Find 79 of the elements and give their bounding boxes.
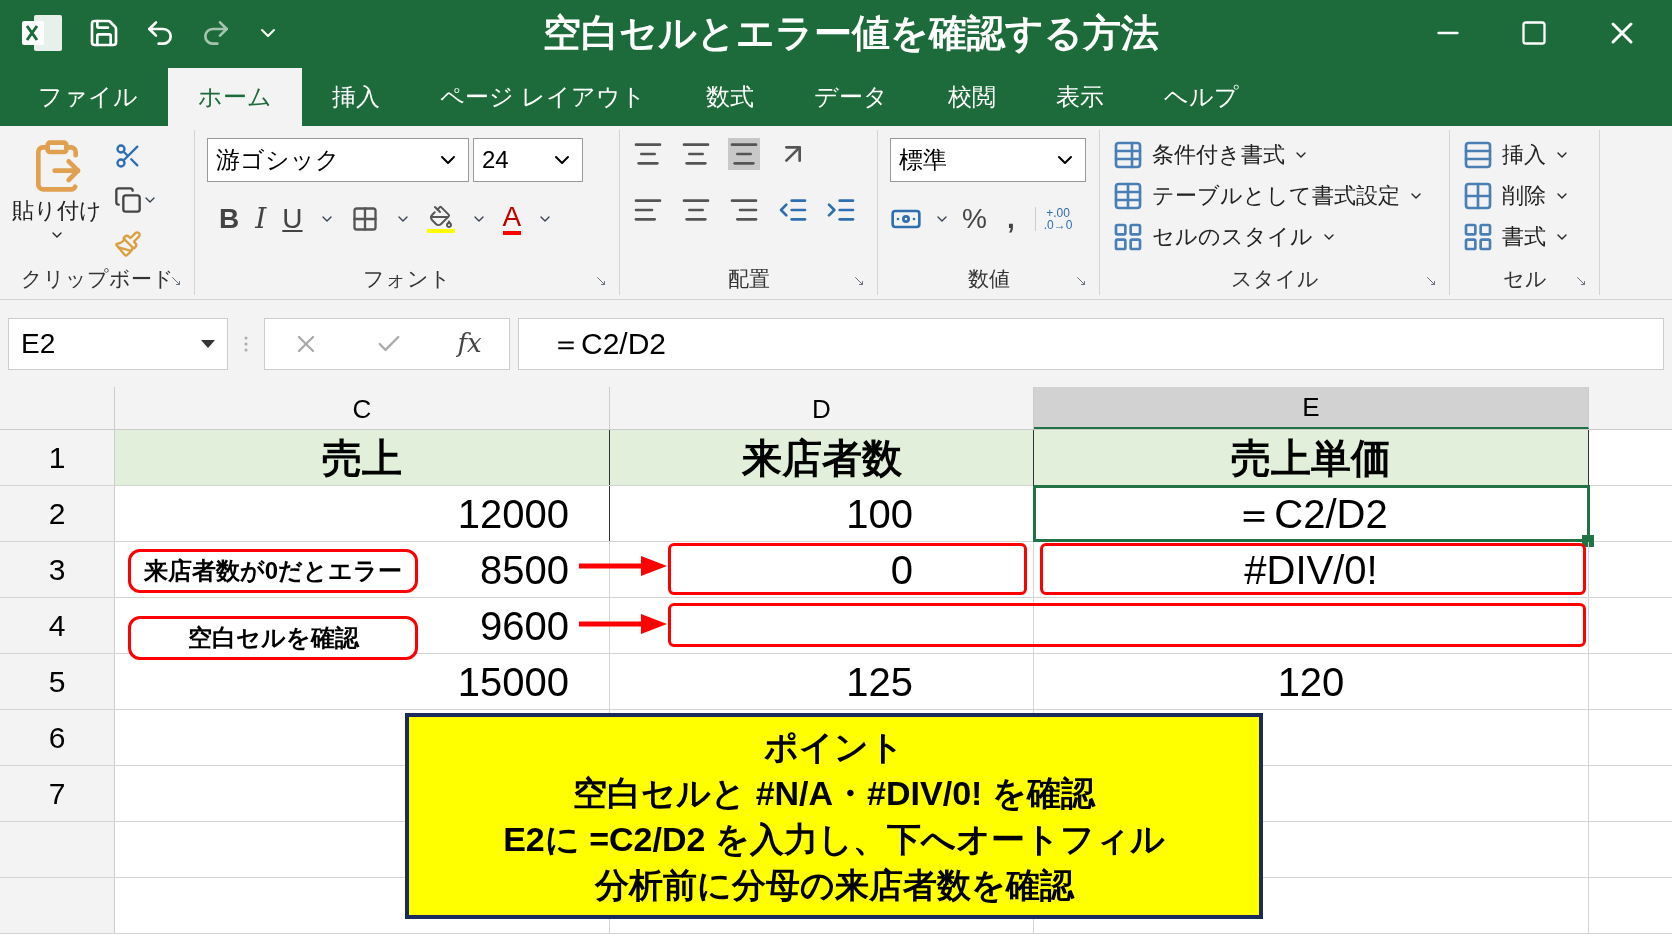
ribbon-tab[interactable]: 挿入 (302, 68, 410, 126)
group-label: クリップボード (20, 266, 174, 293)
window-title: 空白セルとエラー値を確認する方法 (543, 10, 1159, 56)
group-label: スタイル (1230, 266, 1319, 293)
note-title: ポイント (764, 727, 904, 768)
underline-button[interactable]: U (282, 198, 303, 240)
table-cell: 来店者数 (610, 430, 1034, 485)
cells-menu-button[interactable]: 挿入 (1462, 138, 1587, 171)
table-cell: 12000 (115, 486, 610, 541)
arrow-icon (579, 612, 668, 636)
arrow-icon (579, 554, 668, 578)
number-format-dropdown[interactable]: 標準 (890, 138, 1086, 182)
table-cell: 100 (610, 486, 1034, 541)
name-box[interactable]: E2 (8, 317, 228, 370)
row-header[interactable]: 4 (0, 598, 115, 653)
ribbon-tab[interactable]: 表示 (1025, 68, 1134, 126)
styles-menu-button[interactable]: テーブルとして書式設定 (1112, 179, 1437, 212)
copy-icon[interactable] (114, 186, 142, 214)
decrease-decimal-button[interactable]: .0→0 (1043, 219, 1073, 231)
ribbon-tab[interactable]: ヘルプ (1133, 68, 1269, 126)
table-cell: ＝C2/D2 (1034, 486, 1589, 541)
dialog-launcher-icon[interactable] (595, 275, 607, 287)
font-color-button[interactable]: A (502, 203, 522, 235)
row-header[interactable]: 2 (0, 486, 115, 541)
dialog-launcher-icon[interactable] (170, 275, 182, 287)
cells-menu-button[interactable]: 書式 (1462, 220, 1587, 253)
cells-menu-button[interactable]: 削除 (1462, 179, 1587, 212)
ribbon-tab[interactable]: ページ レイアウト (410, 68, 676, 126)
percent-button[interactable]: % (962, 198, 987, 240)
maximize-icon[interactable] (1520, 19, 1548, 47)
fill-color-icon[interactable] (426, 205, 455, 233)
row-header[interactable]: 1 (0, 430, 115, 485)
dialog-launcher-icon[interactable] (1075, 275, 1087, 287)
group-label: 数値 (967, 266, 1010, 293)
increase-decimal-button[interactable]: +.00 (1043, 207, 1073, 219)
callout-label: 来店者数が0だとエラー (128, 549, 418, 593)
caret-icon[interactable] (201, 339, 215, 348)
row-header[interactable]: 5 (0, 654, 115, 709)
bold-button[interactable]: B (219, 198, 240, 240)
formula-input[interactable]: ＝C2/D2 (518, 317, 1664, 370)
styles-menu-button[interactable]: 条件付き書式 (1112, 138, 1437, 171)
italic-button[interactable]: I (255, 198, 267, 240)
grip-icon (244, 335, 248, 352)
dialog-launcher-icon[interactable] (1425, 275, 1437, 287)
group-label: セル (1502, 266, 1547, 293)
ribbon-tab[interactable]: 校閲 (917, 68, 1026, 126)
row-header[interactable]: 7 (0, 766, 115, 821)
ribbon-tab[interactable]: ホーム (168, 68, 302, 126)
column-header[interactable]: C (115, 387, 610, 429)
group-label: 配置 (727, 266, 770, 293)
comma-button[interactable]: , (998, 198, 1023, 240)
table-cell: #DIV/0! (1034, 542, 1589, 597)
table-cell: 125 (610, 654, 1034, 709)
ribbon-tab[interactable]: ファイル (8, 68, 168, 126)
styles-menu-button[interactable]: セルのスタイル (1112, 220, 1437, 253)
ribbon-tab[interactable]: データ (783, 68, 918, 126)
dialog-launcher-icon[interactable] (1575, 275, 1587, 287)
insert-function-button[interactable]: fx (457, 324, 482, 363)
borders-icon[interactable] (350, 205, 379, 233)
column-header[interactable]: E (1034, 387, 1589, 429)
ribbon-tab[interactable]: 数式 (675, 68, 784, 126)
excel-logo-icon[interactable] (20, 13, 64, 53)
note-text: E2に =C2/D2 を入力し、下へオートフィル (503, 819, 1165, 860)
table-cell: 120 (1034, 654, 1589, 709)
group-label: フォント (363, 266, 451, 293)
font-size-dropdown[interactable]: 24 (473, 138, 583, 182)
row-header[interactable]: 6 (0, 710, 115, 765)
font-name-dropdown[interactable]: 游ゴシック (207, 138, 469, 182)
callout-label: 空白セルを確認 (128, 616, 418, 660)
save-icon[interactable] (88, 17, 120, 49)
note-text: 分析前に分母の来店者数を確認 (594, 865, 1074, 906)
table-cell: 売上 (115, 430, 610, 485)
paste-button[interactable]: 貼り付け (12, 138, 102, 258)
row-header[interactable]: 3 (0, 542, 115, 597)
bottom-align-icon[interactable] (728, 138, 761, 170)
fill-handle[interactable] (1582, 535, 1594, 547)
note-text: 空白セルと #N/A・#DIV/0! を確認 (573, 773, 1095, 814)
dialog-launcher-icon[interactable] (853, 275, 865, 287)
table-cell: 売上単価 (1034, 430, 1589, 485)
